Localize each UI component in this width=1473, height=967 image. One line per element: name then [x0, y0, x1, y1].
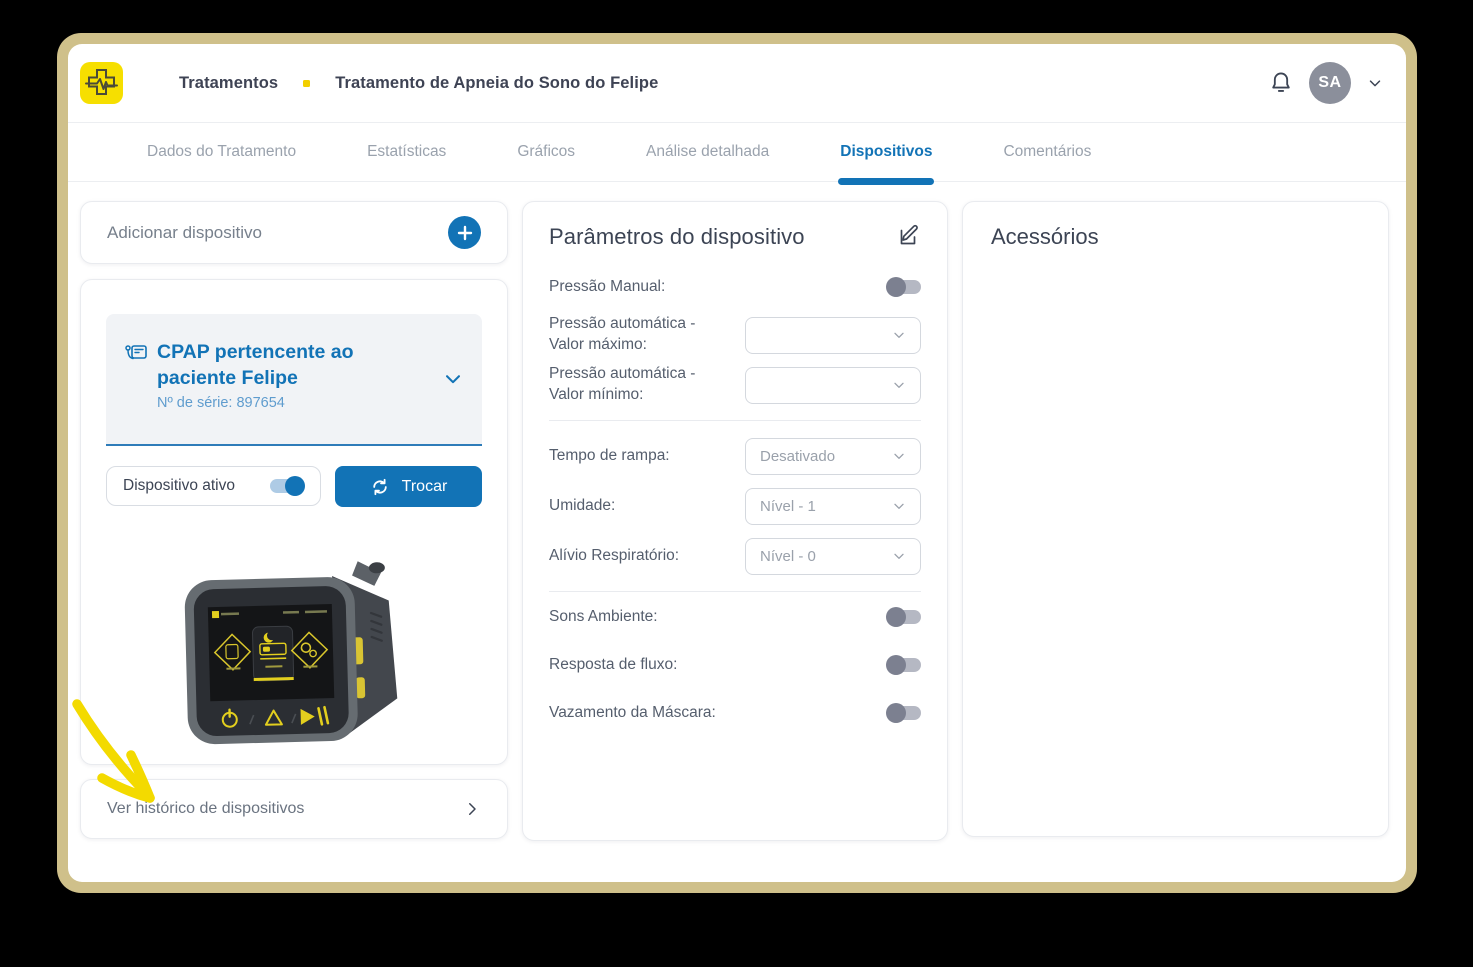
- param-row-pressao-auto-min: Pressão automática - Valor mínimo:: [549, 363, 921, 407]
- edit-pencil-icon: [900, 224, 918, 245]
- chevron-down-icon: [894, 553, 904, 559]
- breadcrumb-root[interactable]: Tratamentos: [179, 74, 278, 93]
- breadcrumb: Tratamentos Tratamento de Apneia do Sono…: [179, 74, 658, 93]
- sons-ambiente-toggle[interactable]: [886, 607, 921, 627]
- tab-dados-do-tratamento[interactable]: Dados do Tratamento: [147, 123, 296, 181]
- accessories-card: Acessórios: [962, 201, 1389, 837]
- pressao-auto-min-select[interactable]: [745, 366, 921, 404]
- cpap-device-icon: [125, 345, 147, 360]
- alivio-respiratorio-select[interactable]: Nível - 0: [745, 537, 921, 575]
- brand-logo-icon: [80, 62, 123, 104]
- device-expand-chevron-icon[interactable]: [442, 368, 464, 390]
- avatar-initials: SA: [1318, 74, 1342, 91]
- device-active-control[interactable]: Dispositivo ativo: [106, 466, 321, 506]
- param-row-resposta-fluxo: Resposta de fluxo:: [549, 653, 921, 677]
- tab-bar: Dados do Tratamento Estatísticas Gráfico…: [68, 123, 1406, 185]
- resposta-fluxo-toggle[interactable]: [886, 655, 921, 675]
- content-area: Adicionar dispositivo CPAP pertencente a…: [68, 182, 1406, 841]
- tempo-rampa-select[interactable]: Desativado: [745, 437, 921, 475]
- device-active-toggle[interactable]: [270, 476, 305, 496]
- parameters-title: Parâmetros do dispositivo: [549, 224, 805, 249]
- device-active-label: Dispositivo ativo: [123, 477, 235, 494]
- swap-refresh-icon: [372, 478, 387, 495]
- swap-device-button[interactable]: Trocar: [335, 466, 482, 507]
- device-serial-number: Nº de série: 897654: [157, 395, 285, 412]
- chevron-right-icon: [469, 803, 476, 815]
- accessories-title: Acessórios: [991, 224, 1099, 249]
- pressao-manual-toggle[interactable]: [886, 277, 921, 297]
- plus-icon: [457, 225, 472, 240]
- chevron-down-icon: [894, 503, 904, 509]
- param-row-sons-ambiente: Sons Ambiente:: [549, 605, 921, 629]
- device-history-link[interactable]: Ver histórico de dispositivos: [80, 779, 508, 839]
- header: Tratamentos Tratamento de Apneia do Sono…: [68, 44, 1406, 123]
- edit-parameters-button[interactable]: [897, 224, 921, 251]
- account-menu-chevron-icon[interactable]: [1366, 74, 1384, 92]
- param-row-pressao-manual: Pressão Manual:: [549, 275, 921, 299]
- add-device-button[interactable]: [448, 216, 481, 249]
- tab-graficos[interactable]: Gráficos: [517, 123, 575, 181]
- param-row-umidade: Umidade: Nível - 1: [549, 484, 921, 528]
- current-device-card: CPAP pertencente ao paciente Felipe Nº d…: [80, 279, 508, 765]
- chevron-down-icon: [894, 382, 904, 388]
- param-row-alivio-respiratorio: Alívio Respiratório: Nível - 0: [549, 534, 921, 578]
- app-window: Tratamentos Tratamento de Apneia do Sono…: [68, 44, 1406, 882]
- divider: [549, 591, 921, 592]
- tab-comentarios[interactable]: Comentários: [1003, 123, 1091, 181]
- param-row-vazamento-mascara: Vazamento da Máscara:: [549, 701, 921, 725]
- tab-estatisticas[interactable]: Estatísticas: [367, 123, 446, 181]
- tab-dispositivos[interactable]: Dispositivos: [838, 123, 935, 185]
- param-row-pressao-auto-max: Pressão automática - Valor máximo:: [549, 313, 921, 357]
- swap-device-label: Trocar: [401, 477, 448, 495]
- add-device-label: Adicionar dispositivo: [107, 222, 262, 242]
- notifications-bell-icon[interactable]: [1268, 70, 1294, 96]
- pressao-auto-max-select[interactable]: [745, 316, 921, 354]
- device-history-label: Ver histórico de dispositivos: [107, 800, 305, 817]
- add-device-card[interactable]: Adicionar dispositivo: [80, 201, 508, 264]
- vazamento-mascara-toggle[interactable]: [886, 703, 921, 723]
- chevron-down-icon: [894, 332, 904, 338]
- param-row-tempo-rampa: Tempo de rampa: Desativado: [549, 434, 921, 478]
- page-title: Tratamento de Apneia do Sono do Felipe: [335, 73, 659, 92]
- cpap-device-image: [184, 561, 398, 745]
- device-parameters-card: Parâmetros do dispositivo Pressão Manual…: [522, 201, 948, 841]
- divider: [549, 420, 921, 421]
- umidade-select[interactable]: Nível - 1: [745, 487, 921, 525]
- device-title: CPAP pertencente ao paciente Felipe: [157, 341, 354, 389]
- device-header-expander[interactable]: CPAP pertencente ao paciente Felipe Nº d…: [106, 314, 482, 446]
- breadcrumb-separator: [303, 79, 311, 87]
- app-window-frame: Tratamentos Tratamento de Apneia do Sono…: [57, 33, 1417, 893]
- tab-analise-detalhada[interactable]: Análise detalhada: [646, 123, 769, 181]
- active-tab-indicator: [838, 178, 935, 185]
- devices-column: Adicionar dispositivo CPAP pertencente a…: [80, 201, 508, 839]
- chevron-down-icon: [894, 453, 904, 459]
- header-actions: SA: [1268, 62, 1384, 104]
- avatar[interactable]: SA: [1309, 62, 1351, 104]
